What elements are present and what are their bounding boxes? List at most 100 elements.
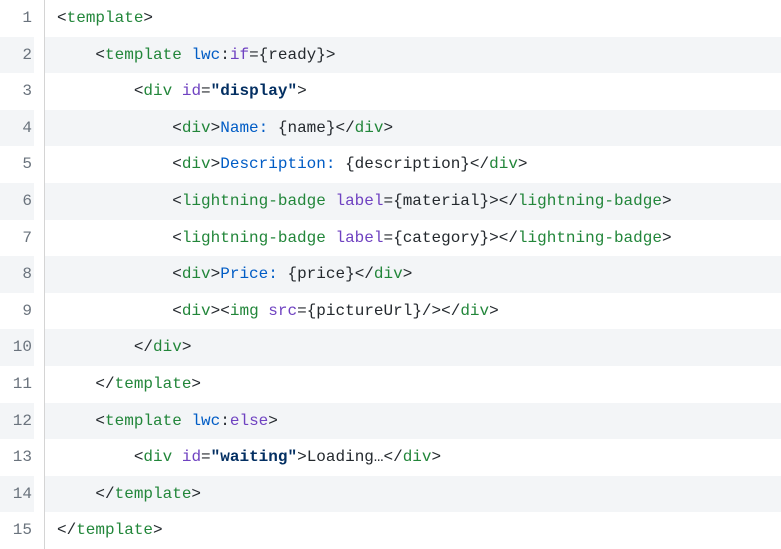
token-p: > xyxy=(662,229,672,247)
token-tg: div xyxy=(153,338,182,356)
code-line[interactable]: <div id="waiting">Loading…</div> xyxy=(45,439,781,476)
token-str: "display" xyxy=(211,82,297,100)
token-av: {category} xyxy=(393,229,489,247)
token-tg: div xyxy=(355,119,384,137)
token-av: {ready} xyxy=(259,46,326,64)
code-line[interactable]: <lightning-badge label={category}></ligh… xyxy=(45,220,781,257)
token-an: label xyxy=(335,192,383,210)
token-av: {pictureUrl} xyxy=(307,302,422,320)
code-line[interactable]: <div>Description: {description}</div> xyxy=(45,146,781,183)
code-area[interactable]: <template> <template lwc:if={ready}> <di… xyxy=(45,0,781,549)
code-line[interactable]: <div>Name: {name}</div> xyxy=(45,110,781,147)
token-an: else xyxy=(230,412,268,430)
token-p: > xyxy=(191,375,201,393)
token-tg: template xyxy=(67,9,144,27)
token-txp xyxy=(259,302,269,320)
token-p: > xyxy=(326,46,336,64)
token-p: > xyxy=(182,338,192,356)
token-p: </ xyxy=(355,265,374,283)
token-p: > xyxy=(383,119,393,137)
token-tg: div xyxy=(182,155,211,173)
line-number: 1 xyxy=(0,0,34,37)
token-p: </ xyxy=(134,338,153,356)
token-p: > xyxy=(297,82,307,100)
token-p: < xyxy=(172,192,182,210)
token-p: </ xyxy=(95,375,114,393)
token-p: < xyxy=(57,9,67,27)
token-tg: template xyxy=(76,521,153,539)
token-p: > xyxy=(191,485,201,503)
token-p: > xyxy=(143,9,153,27)
token-av: {price} xyxy=(287,265,354,283)
token-op: = xyxy=(383,229,393,247)
token-tg: template xyxy=(105,46,182,64)
token-p: > xyxy=(211,265,221,283)
token-tg: div xyxy=(489,155,518,173)
token-tg: lightning-badge xyxy=(182,192,326,210)
code-line[interactable]: <div id="display"> xyxy=(45,73,781,110)
token-op: = xyxy=(249,46,259,64)
line-number: 6 xyxy=(0,183,34,220)
token-tg: div xyxy=(182,265,211,283)
token-tg: div xyxy=(460,302,489,320)
token-p: < xyxy=(134,448,144,466)
token-p: > xyxy=(297,448,307,466)
token-p: < xyxy=(220,302,230,320)
token-an: label xyxy=(335,229,383,247)
token-nm: lwc xyxy=(191,46,220,64)
line-number: 13 xyxy=(0,439,34,476)
token-an: id xyxy=(182,82,201,100)
line-number: 2 xyxy=(0,37,34,74)
token-txp xyxy=(172,82,182,100)
line-number: 14 xyxy=(0,476,34,513)
code-line[interactable]: <template lwc:if={ready}> xyxy=(45,37,781,74)
token-p: < xyxy=(172,229,182,247)
token-p: </ xyxy=(441,302,460,320)
token-p: > xyxy=(518,155,528,173)
token-tx: Description: xyxy=(220,155,345,173)
code-line[interactable]: </template> xyxy=(45,512,781,549)
code-line[interactable]: <div>Price: {price}</div> xyxy=(45,256,781,293)
line-number: 11 xyxy=(0,366,34,403)
token-an: if xyxy=(230,46,249,64)
code-line[interactable]: <div><img src={pictureUrl}/></div> xyxy=(45,293,781,330)
code-line[interactable]: <template> xyxy=(45,0,781,37)
token-p: </ xyxy=(95,485,114,503)
token-tg: template xyxy=(105,412,182,430)
token-tg: template xyxy=(115,375,192,393)
token-p: < xyxy=(95,46,105,64)
code-line[interactable]: </template> xyxy=(45,366,781,403)
token-an: src xyxy=(268,302,297,320)
code-line[interactable]: </template> xyxy=(45,476,781,513)
token-tg: lightning-badge xyxy=(182,229,326,247)
token-txp: Loading… xyxy=(307,448,384,466)
token-p: </ xyxy=(470,155,489,173)
code-line[interactable]: </div> xyxy=(45,329,781,366)
token-p: ></ xyxy=(489,192,518,210)
token-op: = xyxy=(201,448,211,466)
token-tg: div xyxy=(143,82,172,100)
line-number: 12 xyxy=(0,403,34,440)
token-p: > xyxy=(211,302,221,320)
token-op: = xyxy=(201,82,211,100)
token-tg: div xyxy=(182,119,211,137)
token-tx: Price: xyxy=(220,265,287,283)
token-p: ></ xyxy=(489,229,518,247)
line-number: 9 xyxy=(0,293,34,330)
token-txp xyxy=(182,412,192,430)
token-an: id xyxy=(182,448,201,466)
code-line[interactable]: <template lwc:else> xyxy=(45,403,781,440)
token-tg: lightning-badge xyxy=(518,192,662,210)
code-line[interactable]: <lightning-badge label={material}></ligh… xyxy=(45,183,781,220)
token-p: : xyxy=(220,412,230,430)
line-number: 3 xyxy=(0,73,34,110)
token-p: < xyxy=(172,155,182,173)
token-str: "waiting" xyxy=(211,448,297,466)
token-tg: lightning-badge xyxy=(518,229,662,247)
token-av: {name} xyxy=(278,119,336,137)
token-p: < xyxy=(134,82,144,100)
token-p: > xyxy=(662,192,672,210)
token-p: > xyxy=(403,265,413,283)
token-nm: lwc xyxy=(191,412,220,430)
token-p: </ xyxy=(384,448,403,466)
